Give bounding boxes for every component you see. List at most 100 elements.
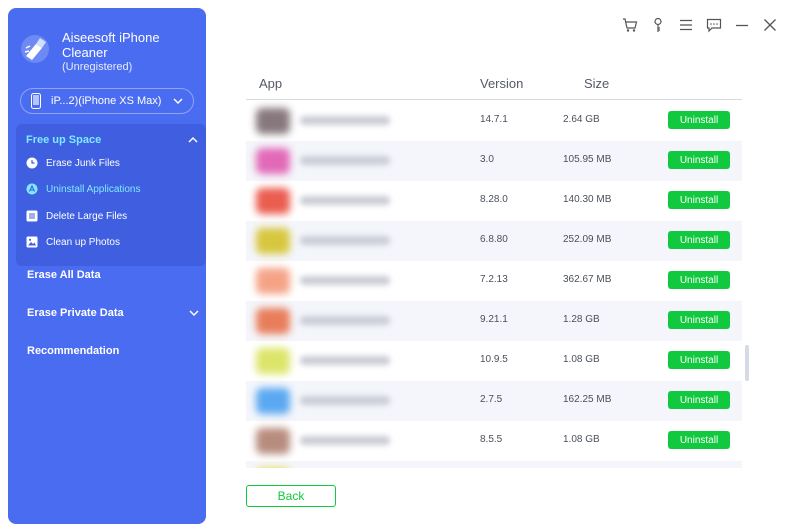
table-row: 8.5.5 1.08 GB Uninstall (246, 421, 742, 461)
table-row: 10.9.5 1.08 GB Uninstall (246, 341, 742, 381)
table-row: 8.28.0 140.30 MB Uninstall (246, 181, 742, 221)
sidebar-item-label: Clean up Photos (46, 236, 120, 248)
app-size: 162.25 MB (563, 394, 612, 405)
feedback-icon[interactable] (706, 17, 722, 33)
app-version: 10.9.5 (480, 354, 508, 365)
column-header-app: App (259, 76, 283, 91)
sidebar-item-label: Uninstall Applications (46, 183, 141, 195)
app-version: 8.5.5 (480, 434, 503, 445)
photo-icon (26, 236, 38, 248)
app-version: 7.2.13 (480, 274, 508, 285)
key-icon[interactable] (650, 17, 666, 33)
uninstall-button[interactable]: Uninstall (668, 231, 730, 249)
uninstall-button[interactable]: Uninstall (668, 191, 730, 209)
sidebar-item-label: Erase All Data (27, 269, 101, 281)
column-header-version: Version (480, 76, 524, 91)
sidebar-item-erase-private-data[interactable]: Erase Private Data (27, 304, 199, 322)
app-icon (256, 268, 290, 294)
app-size: 2.64 GB (563, 114, 600, 125)
uninstall-button[interactable]: Uninstall (668, 431, 730, 449)
app-name-blurred (300, 236, 390, 245)
free-up-space-group: Free up Space Erase Junk Files Uninstall… (16, 124, 206, 266)
uninstall-button[interactable]: Uninstall (668, 271, 730, 289)
app-icon (256, 428, 290, 454)
apps-icon (26, 183, 38, 195)
column-header-size: Size (584, 76, 610, 91)
table-row: 3.0 105.95 MB Uninstall (246, 141, 742, 181)
sidebar-item-label: Erase Junk Files (46, 157, 120, 169)
sidebar-item-recommendation[interactable]: Recommendation (27, 342, 199, 360)
title-bar-controls (622, 16, 778, 34)
app-size: 252.09 MB (563, 234, 612, 245)
sidebar-item-delete-large-files[interactable]: Delete Large Files (26, 207, 196, 225)
sidebar-item-erase-all-data[interactable]: Erase All Data (27, 266, 199, 284)
table-header: App Version Size (246, 68, 742, 100)
brand: Aiseesoft iPhone Cleaner (Unregistered) (20, 30, 200, 74)
uninstall-button[interactable]: Uninstall (668, 151, 730, 169)
app-title: Aiseesoft iPhone Cleaner (62, 30, 160, 60)
sidebar-item-label: Delete Large Files (46, 210, 128, 222)
app-name-blurred (300, 396, 390, 405)
app-version: 6.8.80 (480, 234, 508, 245)
chevron-down-icon (189, 310, 199, 317)
app-name-blurred (300, 116, 390, 125)
cart-icon[interactable] (622, 17, 638, 33)
app-logo-icon (21, 35, 49, 63)
app-size: 140.30 MB (563, 194, 612, 205)
app-name-blurred (300, 196, 390, 205)
back-button[interactable]: Back (246, 485, 336, 507)
app-version: 9.21.1 (480, 314, 508, 325)
app-icon (256, 388, 290, 414)
app-version: 8.28.0 (480, 194, 508, 205)
app-window: Aiseesoft iPhone Cleaner (Unregistered) … (0, 0, 800, 530)
table-row: 6.8.80 252.09 MB Uninstall (246, 221, 742, 261)
app-size: 105.95 MB (563, 154, 612, 165)
clock-icon (26, 157, 38, 169)
app-icon (256, 348, 290, 374)
app-version: 3.0 (480, 154, 494, 165)
close-icon[interactable] (762, 17, 778, 33)
app-size: 1.28 GB (563, 314, 600, 325)
registration-status: (Unregistered) (62, 61, 133, 73)
menu-icon[interactable] (678, 17, 694, 33)
phone-icon (31, 93, 41, 109)
app-icon (256, 228, 290, 254)
uninstall-button[interactable]: Uninstall (668, 111, 730, 129)
file-icon (26, 210, 38, 222)
chevron-down-icon (173, 98, 183, 105)
sidebar-item-clean-up-photos[interactable]: Clean up Photos (26, 233, 196, 251)
app-name-blurred (300, 356, 390, 365)
device-selector[interactable]: iP...2)(iPhone XS Max) (20, 88, 194, 114)
sidebar-item-label: Erase Private Data (27, 307, 124, 319)
app-name-blurred (300, 436, 390, 445)
scrollbar-thumb[interactable] (745, 345, 749, 381)
uninstall-button[interactable]: Uninstall (668, 391, 730, 409)
app-icon (256, 108, 290, 134)
table-row-partial (246, 461, 742, 468)
sidebar-item-erase-junk-files[interactable]: Erase Junk Files (26, 154, 196, 172)
table-row: 7.2.13 362.67 MB Uninstall (246, 261, 742, 301)
app-version: 14.7.1 (480, 114, 508, 125)
uninstall-button[interactable]: Uninstall (668, 311, 730, 329)
applications-table: App Version Size 14.7.1 2.64 GB Uninstal… (246, 68, 742, 468)
group-title: Free up Space (26, 134, 102, 146)
app-version: 2.7.5 (480, 394, 503, 405)
table-row: 14.7.1 2.64 GB Uninstall (246, 101, 742, 141)
app-name-blurred (300, 276, 390, 285)
free-up-space-header[interactable]: Free up Space (26, 132, 198, 148)
table-row: 2.7.5 162.25 MB Uninstall (246, 381, 742, 421)
app-size: 362.67 MB (563, 274, 612, 285)
sidebar-item-uninstall-applications[interactable]: Uninstall Applications (26, 180, 196, 198)
sidebar-item-label: Recommendation (27, 345, 120, 357)
chevron-up-icon (188, 136, 198, 143)
app-size: 1.08 GB (563, 434, 600, 445)
app-name-blurred (300, 156, 390, 165)
device-label: iP...2)(iPhone XS Max) (51, 95, 162, 107)
minimize-icon[interactable] (734, 17, 750, 33)
uninstall-button[interactable]: Uninstall (668, 351, 730, 369)
app-icon (256, 188, 290, 214)
app-icon (256, 308, 290, 334)
table-row: 9.21.1 1.28 GB Uninstall (246, 301, 742, 341)
app-name-blurred (300, 316, 390, 325)
app-size: 1.08 GB (563, 354, 600, 365)
